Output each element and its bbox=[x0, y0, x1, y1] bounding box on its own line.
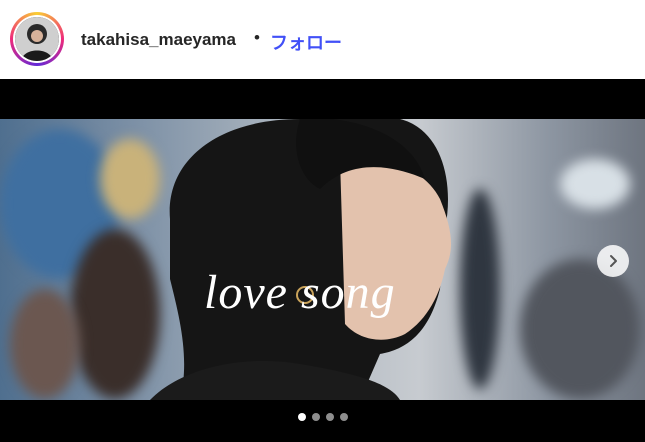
avatar-frame bbox=[13, 15, 61, 63]
person-silhouette bbox=[150, 119, 452, 400]
story-ring[interactable] bbox=[10, 12, 64, 66]
next-button[interactable] bbox=[597, 245, 629, 277]
pagination-dot-active bbox=[297, 413, 306, 421]
avatar[interactable] bbox=[15, 17, 59, 61]
pagination-dot bbox=[339, 413, 348, 421]
username-link[interactable]: takahisa_maeyama bbox=[81, 30, 236, 50]
pagination-dot bbox=[311, 413, 320, 421]
pagination-dot bbox=[325, 413, 334, 421]
video-frame: love song bbox=[0, 119, 645, 400]
carousel-pagination bbox=[0, 413, 645, 425]
separator-dot: • bbox=[254, 28, 260, 47]
chevron-right-icon bbox=[610, 255, 617, 267]
video-caption: love song bbox=[204, 266, 396, 319]
post-media[interactable]: love song bbox=[0, 79, 645, 442]
post-header: takahisa_maeyama • フォロー bbox=[0, 0, 645, 78]
avatar-image bbox=[15, 17, 59, 61]
follow-button[interactable]: フォロー bbox=[270, 29, 342, 55]
